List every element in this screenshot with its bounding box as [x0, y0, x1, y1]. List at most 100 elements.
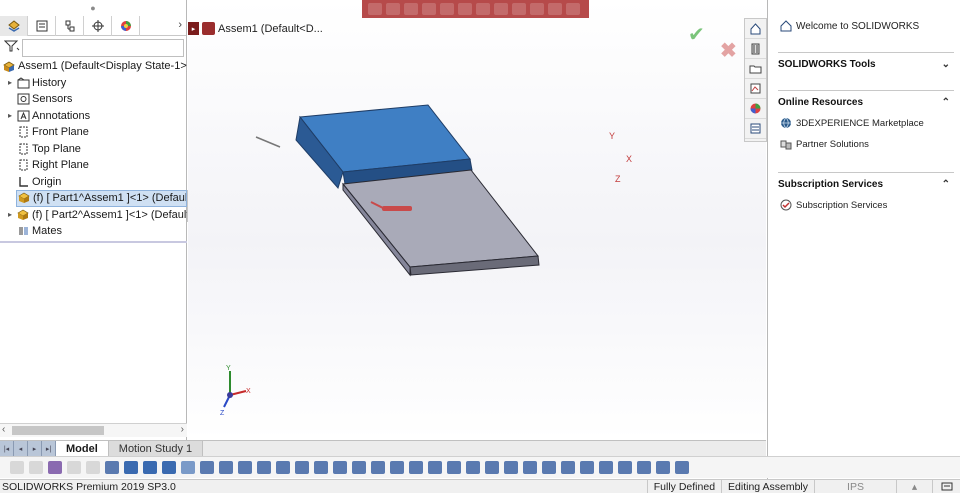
filter-notes-icon[interactable] — [371, 461, 385, 474]
filter-geometric-tolerances-icon[interactable] — [352, 461, 366, 474]
tree-item-part2[interactable]: ▸ (f) [ Part2^Assem1 ]<1> (Default — [0, 207, 187, 224]
tab-dimxpert-manager[interactable] — [84, 15, 112, 36]
tab-model[interactable]: Model — [56, 441, 109, 456]
tab-navigation-buttons: |◂ ◂ ▸ ▸| — [0, 441, 56, 456]
expand-arrow-icon[interactable]: ▸ — [4, 111, 16, 120]
filter-weld-symbols-icon[interactable] — [409, 461, 423, 474]
scroll-left-icon[interactable]: ‹ — [2, 424, 5, 435]
next-tab-icon[interactable]: ▸ — [28, 441, 42, 456]
filter-tables-icon[interactable] — [580, 461, 594, 474]
filter-dowel-pins-icon[interactable] — [485, 461, 499, 474]
rebuild-status-icon[interactable] — [932, 479, 960, 493]
tab-display-manager[interactable] — [112, 15, 140, 36]
section-header[interactable]: Online Resources ⌃ — [778, 91, 954, 108]
task-pane-home-icon[interactable] — [745, 19, 766, 39]
filter-blocks-icon[interactable] — [466, 461, 480, 474]
filter-routing-points-icon[interactable] — [523, 461, 537, 474]
link-label: Subscription Services — [796, 199, 888, 211]
tree-item-mates[interactable]: Mates — [0, 223, 187, 240]
chevron-up-icon[interactable]: ⌃ — [942, 97, 954, 108]
section-header[interactable]: Subscription Services ⌃ — [778, 173, 954, 190]
tree-filter-input[interactable] — [22, 39, 184, 57]
filter-icon[interactable] — [4, 39, 20, 53]
section-title: Subscription Services — [778, 179, 884, 190]
filter-datum-features-icon[interactable] — [390, 461, 404, 474]
chevron-up-icon[interactable]: ⌃ — [942, 179, 954, 190]
expand-arrow-icon[interactable]: ▸ — [4, 78, 16, 87]
expand-arrow-icon[interactable]: ▸ — [4, 210, 16, 219]
tree-item-sensors[interactable]: Sensors — [0, 91, 187, 108]
filter-datum-targets-icon[interactable] — [428, 461, 442, 474]
link-label: 3DEXPERIENCE Marketplace — [796, 117, 924, 129]
tab-property-manager[interactable] — [28, 15, 56, 36]
filter-planes-icon[interactable] — [219, 461, 233, 474]
feature-manager-panel: ● › Assem1 (Default<Display State-1>) ▸ … — [0, 0, 187, 440]
welcome-link[interactable]: Welcome to SOLIDWORKS — [780, 20, 919, 32]
definition-status: Fully Defined — [646, 479, 721, 493]
filter-edges-icon[interactable] — [124, 461, 138, 474]
tree-item-annotations[interactable]: ▸ Annotations — [0, 108, 187, 125]
tree-item-part1[interactable]: (f) [ Part1^Assem1 ]<1> (Default — [16, 190, 187, 207]
link-3dexperience-marketplace[interactable]: 3DEXPERIENCE Marketplace — [778, 117, 954, 129]
view-palette-icon[interactable] — [745, 79, 766, 99]
filter-hatch-icon[interactable] — [637, 461, 651, 474]
custom-properties-icon[interactable] — [745, 119, 766, 139]
tree-item-origin[interactable]: Origin — [0, 174, 187, 191]
filter-centerlines-icon[interactable] — [675, 461, 689, 474]
tabs-scroll-right-icon[interactable]: › — [178, 19, 182, 31]
tree-item-top-plane[interactable]: Top Plane — [0, 141, 187, 158]
filter-dimensions-icon[interactable] — [314, 461, 328, 474]
scroll-right-icon[interactable]: › — [181, 424, 184, 435]
sensor-icon — [16, 93, 30, 106]
filter-sketch-segments-icon[interactable] — [257, 461, 271, 474]
units-selector[interactable]: IPS — [814, 479, 896, 493]
scrollbar-thumb[interactable] — [12, 426, 104, 435]
last-tab-icon[interactable]: ▸| — [42, 441, 56, 456]
filter-balloons-icon[interactable] — [599, 461, 613, 474]
filter-toolbar-icon[interactable] — [10, 461, 24, 474]
file-explorer-icon[interactable] — [745, 59, 766, 79]
units-dropdown-icon[interactable]: ▴ — [896, 479, 932, 493]
tree-root-assembly[interactable]: Assem1 (Default<Display State-1>) — [0, 58, 187, 75]
tree-item-right-plane[interactable]: Right Plane — [0, 157, 187, 174]
filter-vertices-icon[interactable] — [105, 461, 119, 474]
prev-tab-icon[interactable]: ◂ — [14, 441, 28, 456]
link-partner-solutions[interactable]: Partner Solutions — [778, 138, 954, 150]
panel-grip-icon[interactable]: ● — [0, 0, 186, 16]
filter-axes-icon[interactable] — [200, 461, 214, 474]
first-tab-icon[interactable]: |◂ — [0, 441, 14, 456]
select-filter-icon[interactable] — [48, 461, 62, 474]
filter-ordinate-icon[interactable] — [656, 461, 670, 474]
section-header[interactable]: SOLIDWORKS Tools ⌄ — [778, 53, 954, 70]
tab-configuration-manager[interactable] — [56, 15, 84, 36]
selection-arrow-icon[interactable] — [67, 461, 81, 474]
filter-solid-bodies-icon[interactable] — [162, 461, 176, 474]
appearances-icon[interactable] — [745, 99, 766, 119]
filter-surface-bodies-icon[interactable] — [181, 461, 195, 474]
graphics-viewport[interactable]: ▸ Assem1 (Default<D... ✔ ✖ Y X Z Y X Z — [188, 0, 766, 440]
clear-filters-icon[interactable] — [29, 461, 43, 474]
design-library-icon[interactable] — [745, 39, 766, 59]
tab-feature-manager[interactable] — [0, 15, 28, 36]
tree-rollback-bar[interactable] — [0, 241, 187, 243]
filter-sketch-points-icon[interactable] — [238, 461, 252, 474]
tab-motion-study-1[interactable]: Motion Study 1 — [108, 441, 204, 456]
filter-connection-points-icon[interactable] — [504, 461, 518, 474]
chevron-down-icon[interactable]: ⌄ — [942, 59, 954, 70]
tree-item-history[interactable]: ▸ History — [0, 75, 187, 92]
part2-body[interactable] — [342, 169, 540, 277]
filter-surface-finish-icon[interactable] — [333, 461, 347, 474]
tree-horizontal-scrollbar[interactable]: ‹ › — [0, 423, 187, 437]
assembly-model-view[interactable] — [188, 0, 766, 440]
filter-mid-surfaces-icon[interactable] — [542, 461, 556, 474]
filter-faces-icon[interactable] — [143, 461, 157, 474]
tree-item-front-plane[interactable]: Front Plane — [0, 124, 187, 141]
link-subscription-services[interactable]: Subscription Services — [778, 199, 954, 211]
filter-cosmetic-threads-icon[interactable] — [447, 461, 461, 474]
filter-midpoints-icon[interactable] — [276, 461, 290, 474]
tree-item-label: Sensors — [32, 93, 73, 106]
filter-welds-icon[interactable] — [561, 461, 575, 474]
select-other-icon[interactable] — [86, 461, 100, 474]
filter-text-icon[interactable] — [618, 461, 632, 474]
filter-center-marks-icon[interactable] — [295, 461, 309, 474]
